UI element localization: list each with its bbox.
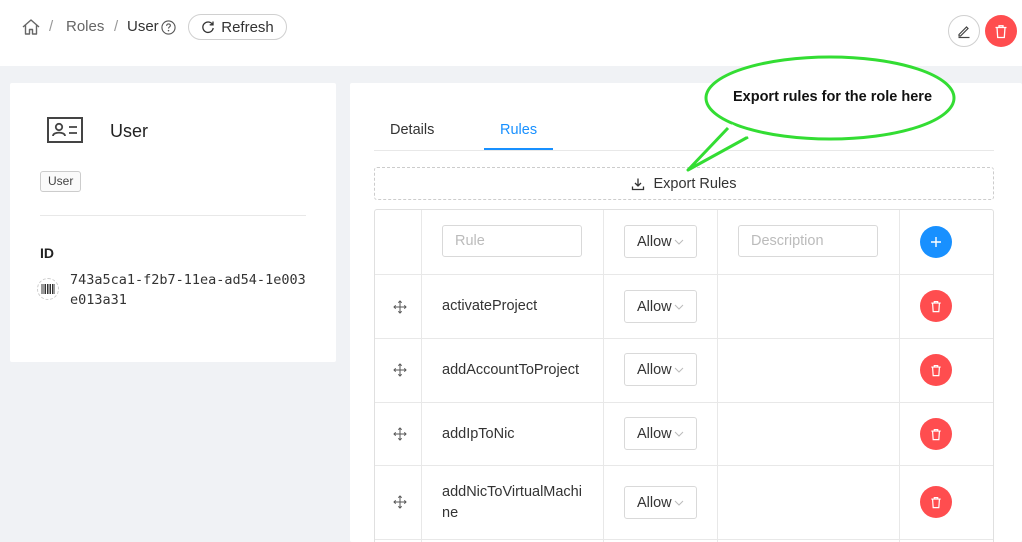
trash-icon xyxy=(995,24,1007,38)
delete-rule-button[interactable] xyxy=(920,418,952,450)
chevron-down-icon xyxy=(674,367,684,373)
callout-text: Export rules for the role here xyxy=(732,89,933,105)
rule-name: activateProject xyxy=(442,298,538,314)
chevron-down-icon xyxy=(674,431,684,437)
drag-handle-icon[interactable] xyxy=(393,495,407,509)
trash-icon xyxy=(931,300,941,312)
delete-rule-button[interactable] xyxy=(920,354,952,386)
id-card-icon xyxy=(47,117,83,143)
role-detail-panel: Details Rules Export Rules Rule Allow De… xyxy=(350,83,1022,542)
chevron-down-icon xyxy=(674,304,684,310)
plus-icon xyxy=(931,237,941,247)
rule-permission-select[interactable]: Allow xyxy=(624,486,697,519)
role-id-value: 743a5ca1-f2b7-11ea-ad54-1e003e013a31 xyxy=(70,272,306,308)
drag-handle-icon[interactable] xyxy=(393,363,407,377)
barcode-icon xyxy=(37,278,59,300)
active-tab-indicator xyxy=(484,148,553,150)
role-info-card: User User ID 743a5ca1-f2b7-11ea-ad54-1e0… xyxy=(10,83,336,362)
permission-value: Allow xyxy=(637,298,672,315)
drag-handle-icon[interactable] xyxy=(393,300,407,314)
breadcrumb-separator: / xyxy=(114,18,119,35)
question-icon[interactable] xyxy=(161,20,176,35)
id-label: ID xyxy=(40,245,54,261)
breadcrumb-separator: / xyxy=(49,18,54,35)
chevron-down-icon xyxy=(674,500,684,506)
edit-icon xyxy=(958,26,970,39)
home-icon[interactable] xyxy=(21,17,41,37)
drag-handle-icon[interactable] xyxy=(393,427,407,441)
permission-value: Allow xyxy=(637,425,672,442)
rule-input[interactable]: Rule xyxy=(442,225,582,257)
trash-icon xyxy=(931,428,941,440)
divider xyxy=(40,215,306,216)
add-rule-button[interactable] xyxy=(920,226,952,258)
trash-icon xyxy=(931,364,941,376)
edit-button[interactable] xyxy=(948,15,980,47)
new-rule-permission-select[interactable]: Allow xyxy=(624,225,697,258)
trash-icon xyxy=(931,496,941,508)
role-title: User xyxy=(110,121,149,141)
permission-value: Allow xyxy=(637,494,672,511)
export-rules-button[interactable]: Export Rules xyxy=(374,167,994,200)
tabs-divider xyxy=(374,150,994,151)
role-tag: User xyxy=(40,171,82,192)
breadcrumb-roles-link[interactable]: Roles xyxy=(66,18,104,35)
download-icon xyxy=(632,178,645,190)
rule-name: addIpToNic xyxy=(442,426,515,442)
tab-rules[interactable]: Rules xyxy=(500,122,537,138)
export-rules-label: Export Rules xyxy=(653,175,737,192)
description-input[interactable]: Description xyxy=(738,225,878,257)
refresh-label: Refresh xyxy=(221,18,274,36)
rule-name: addNicToVirtualMachine xyxy=(442,484,582,521)
permission-value: Allow xyxy=(637,233,672,250)
rule-permission-select[interactable]: Allow xyxy=(624,417,697,450)
permission-value: Allow xyxy=(637,361,672,378)
page-header: / Roles / User Refresh xyxy=(0,0,1022,66)
rule-permission-select[interactable]: Allow xyxy=(624,290,697,323)
rule-permission-select[interactable]: Allow xyxy=(624,353,697,386)
chevron-down-icon xyxy=(674,239,684,245)
refresh-button[interactable]: Refresh xyxy=(188,14,287,40)
delete-rule-button[interactable] xyxy=(920,486,952,518)
tab-details[interactable]: Details xyxy=(390,122,434,138)
delete-rule-button[interactable] xyxy=(920,290,952,322)
breadcrumb-current: User xyxy=(127,18,159,35)
refresh-icon xyxy=(202,21,215,34)
rule-name: addAccountToProject xyxy=(442,362,580,378)
delete-role-button[interactable] xyxy=(985,15,1017,47)
rules-table: Rule Allow Description activateProject A… xyxy=(374,209,994,542)
